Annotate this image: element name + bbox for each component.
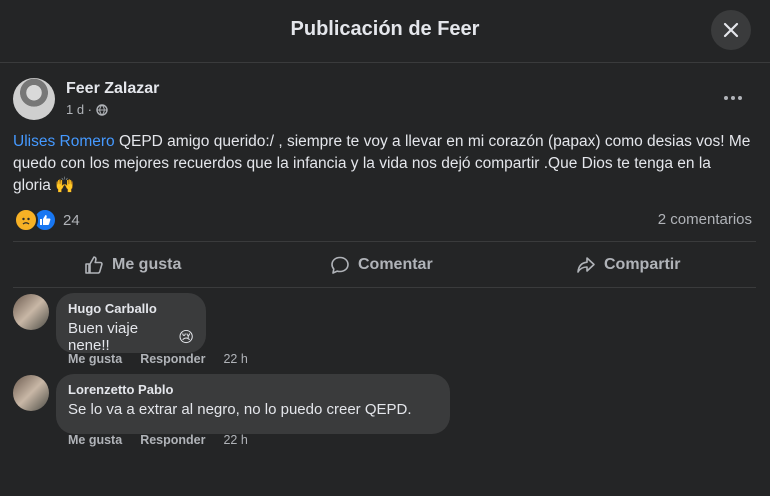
dialog-title: Publicación de Feer xyxy=(290,18,480,40)
share-button[interactable]: Compartir xyxy=(576,246,680,284)
comment-count-link[interactable]: 2 comentarios xyxy=(658,211,752,228)
like-button[interactable]: Me gusta xyxy=(84,246,181,284)
comment-reply-button[interactable]: Responder xyxy=(140,352,205,366)
reactions-summary[interactable]: 24 xyxy=(14,208,80,232)
comment-button[interactable]: Comentar xyxy=(330,246,433,284)
comment-like-button[interactable]: Me gusta xyxy=(68,352,122,366)
comment-bubble: Hugo Carballo Buen viaje nene!! 😢 xyxy=(56,293,206,354)
comment-icon xyxy=(331,256,349,274)
more-dot-icon xyxy=(731,96,735,100)
crying-emoji: 😢 xyxy=(178,329,194,346)
reaction-count: 24 xyxy=(63,211,80,229)
post-text: QEPD amigo querido:/ , siempre te voy a … xyxy=(13,133,751,194)
comment-text: Buen viaje nene!! 😢 xyxy=(68,320,194,354)
like-label: Me gusta xyxy=(112,256,182,273)
comment-author[interactable]: Hugo Carballo xyxy=(68,301,194,316)
divider xyxy=(13,287,756,288)
comment-avatar[interactable] xyxy=(13,294,49,330)
globe-icon xyxy=(96,103,108,116)
sad-reaction-icon xyxy=(14,208,38,232)
comment-text-content: Buen viaje nene!! xyxy=(68,320,139,354)
close-button[interactable] xyxy=(711,10,751,50)
comment-label: Comentar xyxy=(358,256,433,273)
share-label: Compartir xyxy=(604,256,681,273)
comment-like-button[interactable]: Me gusta xyxy=(68,433,122,447)
praying-hands-emoji: 🙌 xyxy=(55,177,75,194)
thumbs-up-icon xyxy=(85,256,103,274)
share-icon xyxy=(577,257,595,273)
more-dot-icon xyxy=(738,96,742,100)
comment-text: Se lo va a extrar al negro, no lo puedo … xyxy=(68,401,438,418)
comment-bubble: Lorenzetto Pablo Se lo va a extrar al ne… xyxy=(56,374,450,434)
comment-time[interactable]: 22 h xyxy=(223,433,247,447)
more-dot-icon xyxy=(724,96,728,100)
dialog-header: Publicación de Feer xyxy=(0,0,770,63)
close-icon xyxy=(723,22,739,38)
comment-actions: Me gusta Responder 22 h xyxy=(68,352,248,366)
post-time[interactable]: 1 d · xyxy=(66,102,92,117)
comment-reply-button[interactable]: Responder xyxy=(140,433,205,447)
comment-avatar[interactable] xyxy=(13,375,49,411)
comment-time[interactable]: 22 h xyxy=(223,352,247,366)
post-meta: 1 d · xyxy=(66,102,108,117)
more-options-button[interactable] xyxy=(718,88,748,108)
comment-actions: Me gusta Responder 22 h xyxy=(68,433,248,447)
comment-text-content: Se lo va a extrar al negro, no lo puedo … xyxy=(68,401,412,418)
post-body: Ulises Romero QEPD amigo querido:/ , sie… xyxy=(13,131,753,197)
divider xyxy=(13,241,756,242)
comment-author[interactable]: Lorenzetto Pablo xyxy=(68,382,438,397)
post-author[interactable]: Feer Zalazar xyxy=(66,80,159,98)
mention-link[interactable]: Ulises Romero xyxy=(13,133,115,150)
author-avatar[interactable] xyxy=(13,78,55,120)
